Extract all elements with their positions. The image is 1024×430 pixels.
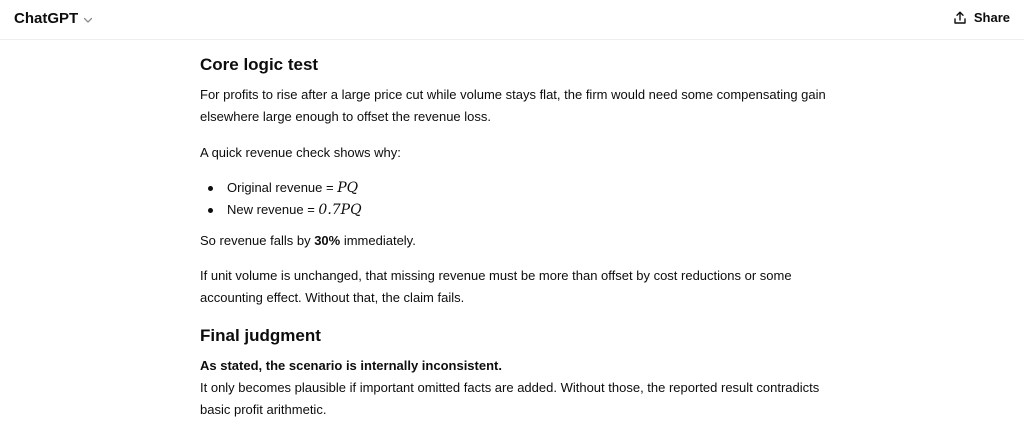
model-switcher[interactable]: ChatGPT xyxy=(12,8,96,29)
formula-new: 0.7PQ xyxy=(318,202,362,218)
model-name: ChatGPT xyxy=(14,10,79,27)
bullet-dot xyxy=(208,208,213,213)
share-label: Share xyxy=(973,10,1010,25)
paragraph-compensating-gain: For profits to rise after a large price … xyxy=(200,87,826,124)
section-heading-core-logic: Core logic test xyxy=(200,55,319,74)
revenue-list: Original revenue = PQ New revenue = 0.7P… xyxy=(200,177,362,221)
verdict-explanation: It only becomes plausible if important o… xyxy=(200,380,820,417)
list-item-label: Original revenue = xyxy=(227,180,338,195)
share-icon xyxy=(953,11,967,25)
list-item-original-revenue: Original revenue = PQ xyxy=(200,177,362,199)
paragraph-unit-volume: If unit volume is unchanged, that missin… xyxy=(200,268,792,305)
section-heading-final-judgment: Final judgment xyxy=(200,326,321,345)
text-suffix: immediately. xyxy=(340,233,416,248)
text-prefix: So revenue falls by xyxy=(200,233,315,248)
formula-original: PQ xyxy=(337,180,359,196)
chevron-down-icon xyxy=(82,14,94,26)
list-item-label: New revenue = xyxy=(227,202,319,217)
paragraph-verdict: As stated, the scenario is internally in… xyxy=(200,355,840,421)
verdict-statement: As stated, the scenario is internally in… xyxy=(200,358,502,373)
paragraph-revenue-check: A quick revenue check shows why: xyxy=(200,145,401,160)
top-bar: ChatGPT Share xyxy=(0,0,1024,40)
list-item-new-revenue: New revenue = 0.7PQ xyxy=(200,199,362,221)
share-button[interactable]: Share xyxy=(951,8,1012,27)
paragraph-revenue-falls: So revenue falls by 30% immediately. xyxy=(200,230,416,252)
bullet-dot xyxy=(208,186,213,191)
percent-drop: 30% xyxy=(314,233,341,248)
